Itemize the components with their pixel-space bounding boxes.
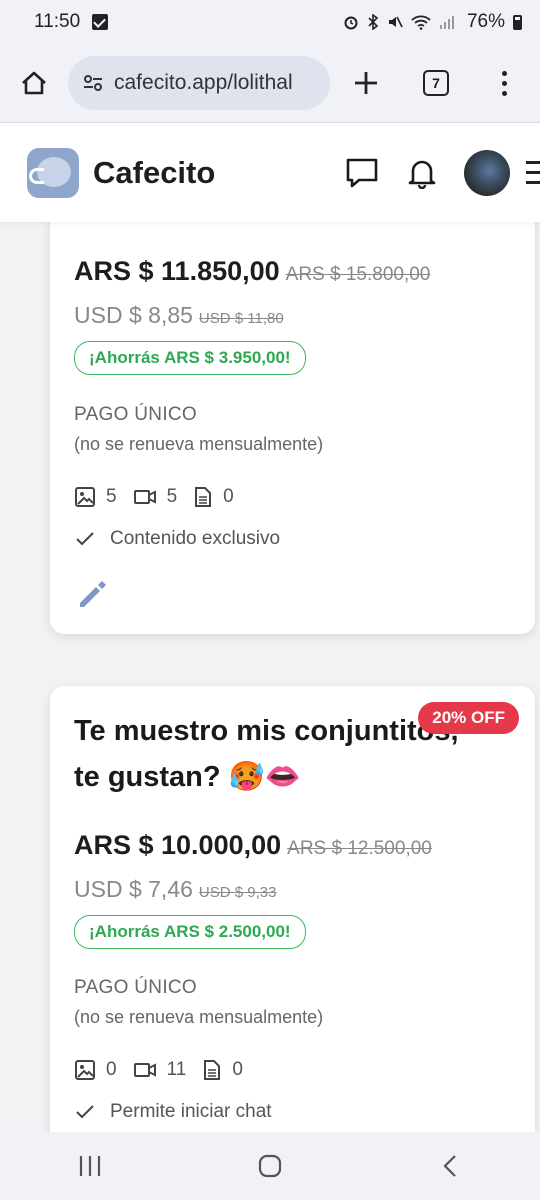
battery-percent: 76% xyxy=(466,11,505,32)
chat-icon xyxy=(346,158,378,187)
payment-info: PAGO ÚNICO (no se renueva mensualmente) xyxy=(74,977,323,1028)
document-count: 0 xyxy=(223,486,234,507)
discount-badge: 20% OFF xyxy=(418,702,519,734)
price-ars: ARS $ 10.000,00 xyxy=(74,830,282,860)
menu-dot-icon xyxy=(501,80,507,86)
tab-switcher-button[interactable]: 7 xyxy=(402,44,470,122)
notifications-button[interactable] xyxy=(392,143,452,203)
mute-icon xyxy=(388,16,403,28)
address-bar[interactable]: cafecito.app/lolithal xyxy=(68,56,330,110)
price-row-usd: USD $ 8,85 USD $ 11,80 xyxy=(74,302,284,329)
browser-toolbar: cafecito.app/lolithal 7 xyxy=(0,44,540,122)
price-row-usd: USD $ 7,46 USD $ 9,33 xyxy=(74,876,276,903)
video-icon xyxy=(133,490,156,504)
recent-apps-button[interactable] xyxy=(40,1132,140,1200)
alarm-icon xyxy=(344,16,358,30)
image-icon xyxy=(75,1060,95,1080)
savings-row: ¡Ahorrás ARS $ 2.500,00! xyxy=(74,915,306,949)
url-text: cafecito.app/lolithal xyxy=(114,71,293,94)
plus-icon xyxy=(355,72,377,94)
new-tab-button[interactable] xyxy=(330,44,402,122)
document-count: 0 xyxy=(232,1059,243,1080)
savings-row: ¡Ahorrás ARS $ 3.950,00! xyxy=(74,341,306,375)
user-avatar[interactable] xyxy=(464,149,510,196)
price-row-ars: ARS $ 11.850,00 ARS $ 15.800,00 xyxy=(74,256,430,287)
system-nav-bar xyxy=(0,1132,540,1200)
status-icons: 76% xyxy=(343,11,522,33)
savings-badge: ¡Ahorrás ARS $ 3.950,00! xyxy=(74,341,306,375)
cafecito-logo-icon[interactable] xyxy=(27,147,79,198)
image-count: 5 xyxy=(106,486,117,507)
page-content: ARS $ 11.850,00 ARS $ 15.800,00 USD $ 8,8… xyxy=(0,222,540,1132)
payment-info: PAGO ÚNICO (no se renueva mensualmente) xyxy=(74,404,323,455)
wifi-icon xyxy=(411,15,431,30)
document-icon xyxy=(204,1060,221,1080)
card-title-line: Te muestro mis conjuntitos, xyxy=(74,715,459,747)
bell-icon xyxy=(408,160,436,189)
payment-type: PAGO ÚNICO xyxy=(74,404,197,425)
hamburger-line-icon xyxy=(526,181,540,184)
product-card: ARS $ 11.850,00 ARS $ 15.800,00 USD $ 8,8… xyxy=(50,222,535,634)
price-usd: USD $ 8,85 xyxy=(74,302,193,328)
price-ars-old: ARS $ 15.800,00 xyxy=(285,264,431,285)
browser-menu-button[interactable] xyxy=(470,44,538,122)
payment-type: PAGO ÚNICO xyxy=(74,977,197,998)
product-card: 20% OFF Te muestro mis conjuntitos, te g… xyxy=(50,686,535,1132)
price-ars-old: ARS $ 12.500,00 xyxy=(287,838,432,859)
payment-note: (no se renueva mensualmente) xyxy=(74,434,324,454)
content-stats: 0 11 0 xyxy=(74,1059,259,1081)
video-count: 5 xyxy=(166,486,178,507)
messages-button[interactable] xyxy=(332,143,392,203)
price-usd-old: USD $ 9,33 xyxy=(198,884,277,901)
price-ars: ARS $ 11.850,00 xyxy=(74,256,280,286)
back-chevron-icon xyxy=(443,1155,456,1177)
pencil-icon xyxy=(80,581,106,607)
back-button[interactable] xyxy=(400,1132,500,1200)
recents-icon xyxy=(79,1156,101,1176)
check-icon xyxy=(76,532,94,546)
brand-name[interactable]: Cafecito xyxy=(93,155,215,191)
check-icon xyxy=(76,1105,94,1119)
feature-label: Permite iniciar chat xyxy=(110,1101,272,1122)
site-menu-button[interactable] xyxy=(526,161,540,184)
menu-dot-icon xyxy=(501,90,507,96)
savings-badge: ¡Ahorrás ARS $ 2.500,00! xyxy=(74,915,306,949)
image-icon xyxy=(75,487,95,507)
bluetooth-icon xyxy=(368,14,379,30)
image-count: 0 xyxy=(106,1059,117,1080)
document-icon xyxy=(195,487,212,507)
price-usd-old: USD $ 11,80 xyxy=(198,310,284,327)
status-bar: 11:50 76% xyxy=(0,0,540,44)
video-icon xyxy=(133,1063,156,1077)
edit-button[interactable] xyxy=(76,579,108,616)
card-title: Te muestro mis conjuntitos, te gustan? 🥵… xyxy=(74,708,459,800)
notification-check-icon xyxy=(92,14,109,30)
battery-icon xyxy=(513,14,522,30)
header-actions xyxy=(332,143,540,203)
signal-icon xyxy=(439,16,454,29)
video-count: 11 xyxy=(166,1059,187,1080)
home-circle-icon xyxy=(258,1154,282,1178)
feature-item: Permite iniciar chat xyxy=(74,1101,272,1123)
home-icon xyxy=(22,71,46,95)
status-time: 11:50 xyxy=(34,11,81,32)
hamburger-line-icon xyxy=(526,171,540,174)
site-header: Cafecito xyxy=(0,122,540,222)
payment-note: (no se renueva mensualmente) xyxy=(74,1007,324,1027)
home-button[interactable] xyxy=(0,44,68,122)
content-stats: 5 5 0 xyxy=(74,486,250,508)
price-row-ars: ARS $ 10.000,00 ARS $ 12.500,00 xyxy=(74,830,432,861)
feature-item: Contenido exclusivo xyxy=(74,528,280,550)
price-usd: USD $ 7,46 xyxy=(74,876,193,902)
home-nav-button[interactable] xyxy=(220,1132,320,1200)
feature-label: Contenido exclusivo xyxy=(110,528,281,549)
hamburger-line-icon xyxy=(526,161,540,164)
site-settings-icon xyxy=(84,75,102,91)
tab-count: 7 xyxy=(423,70,449,96)
card-title-line: te gustan? 🥵👄 xyxy=(74,761,301,793)
menu-dot-icon xyxy=(501,70,507,76)
